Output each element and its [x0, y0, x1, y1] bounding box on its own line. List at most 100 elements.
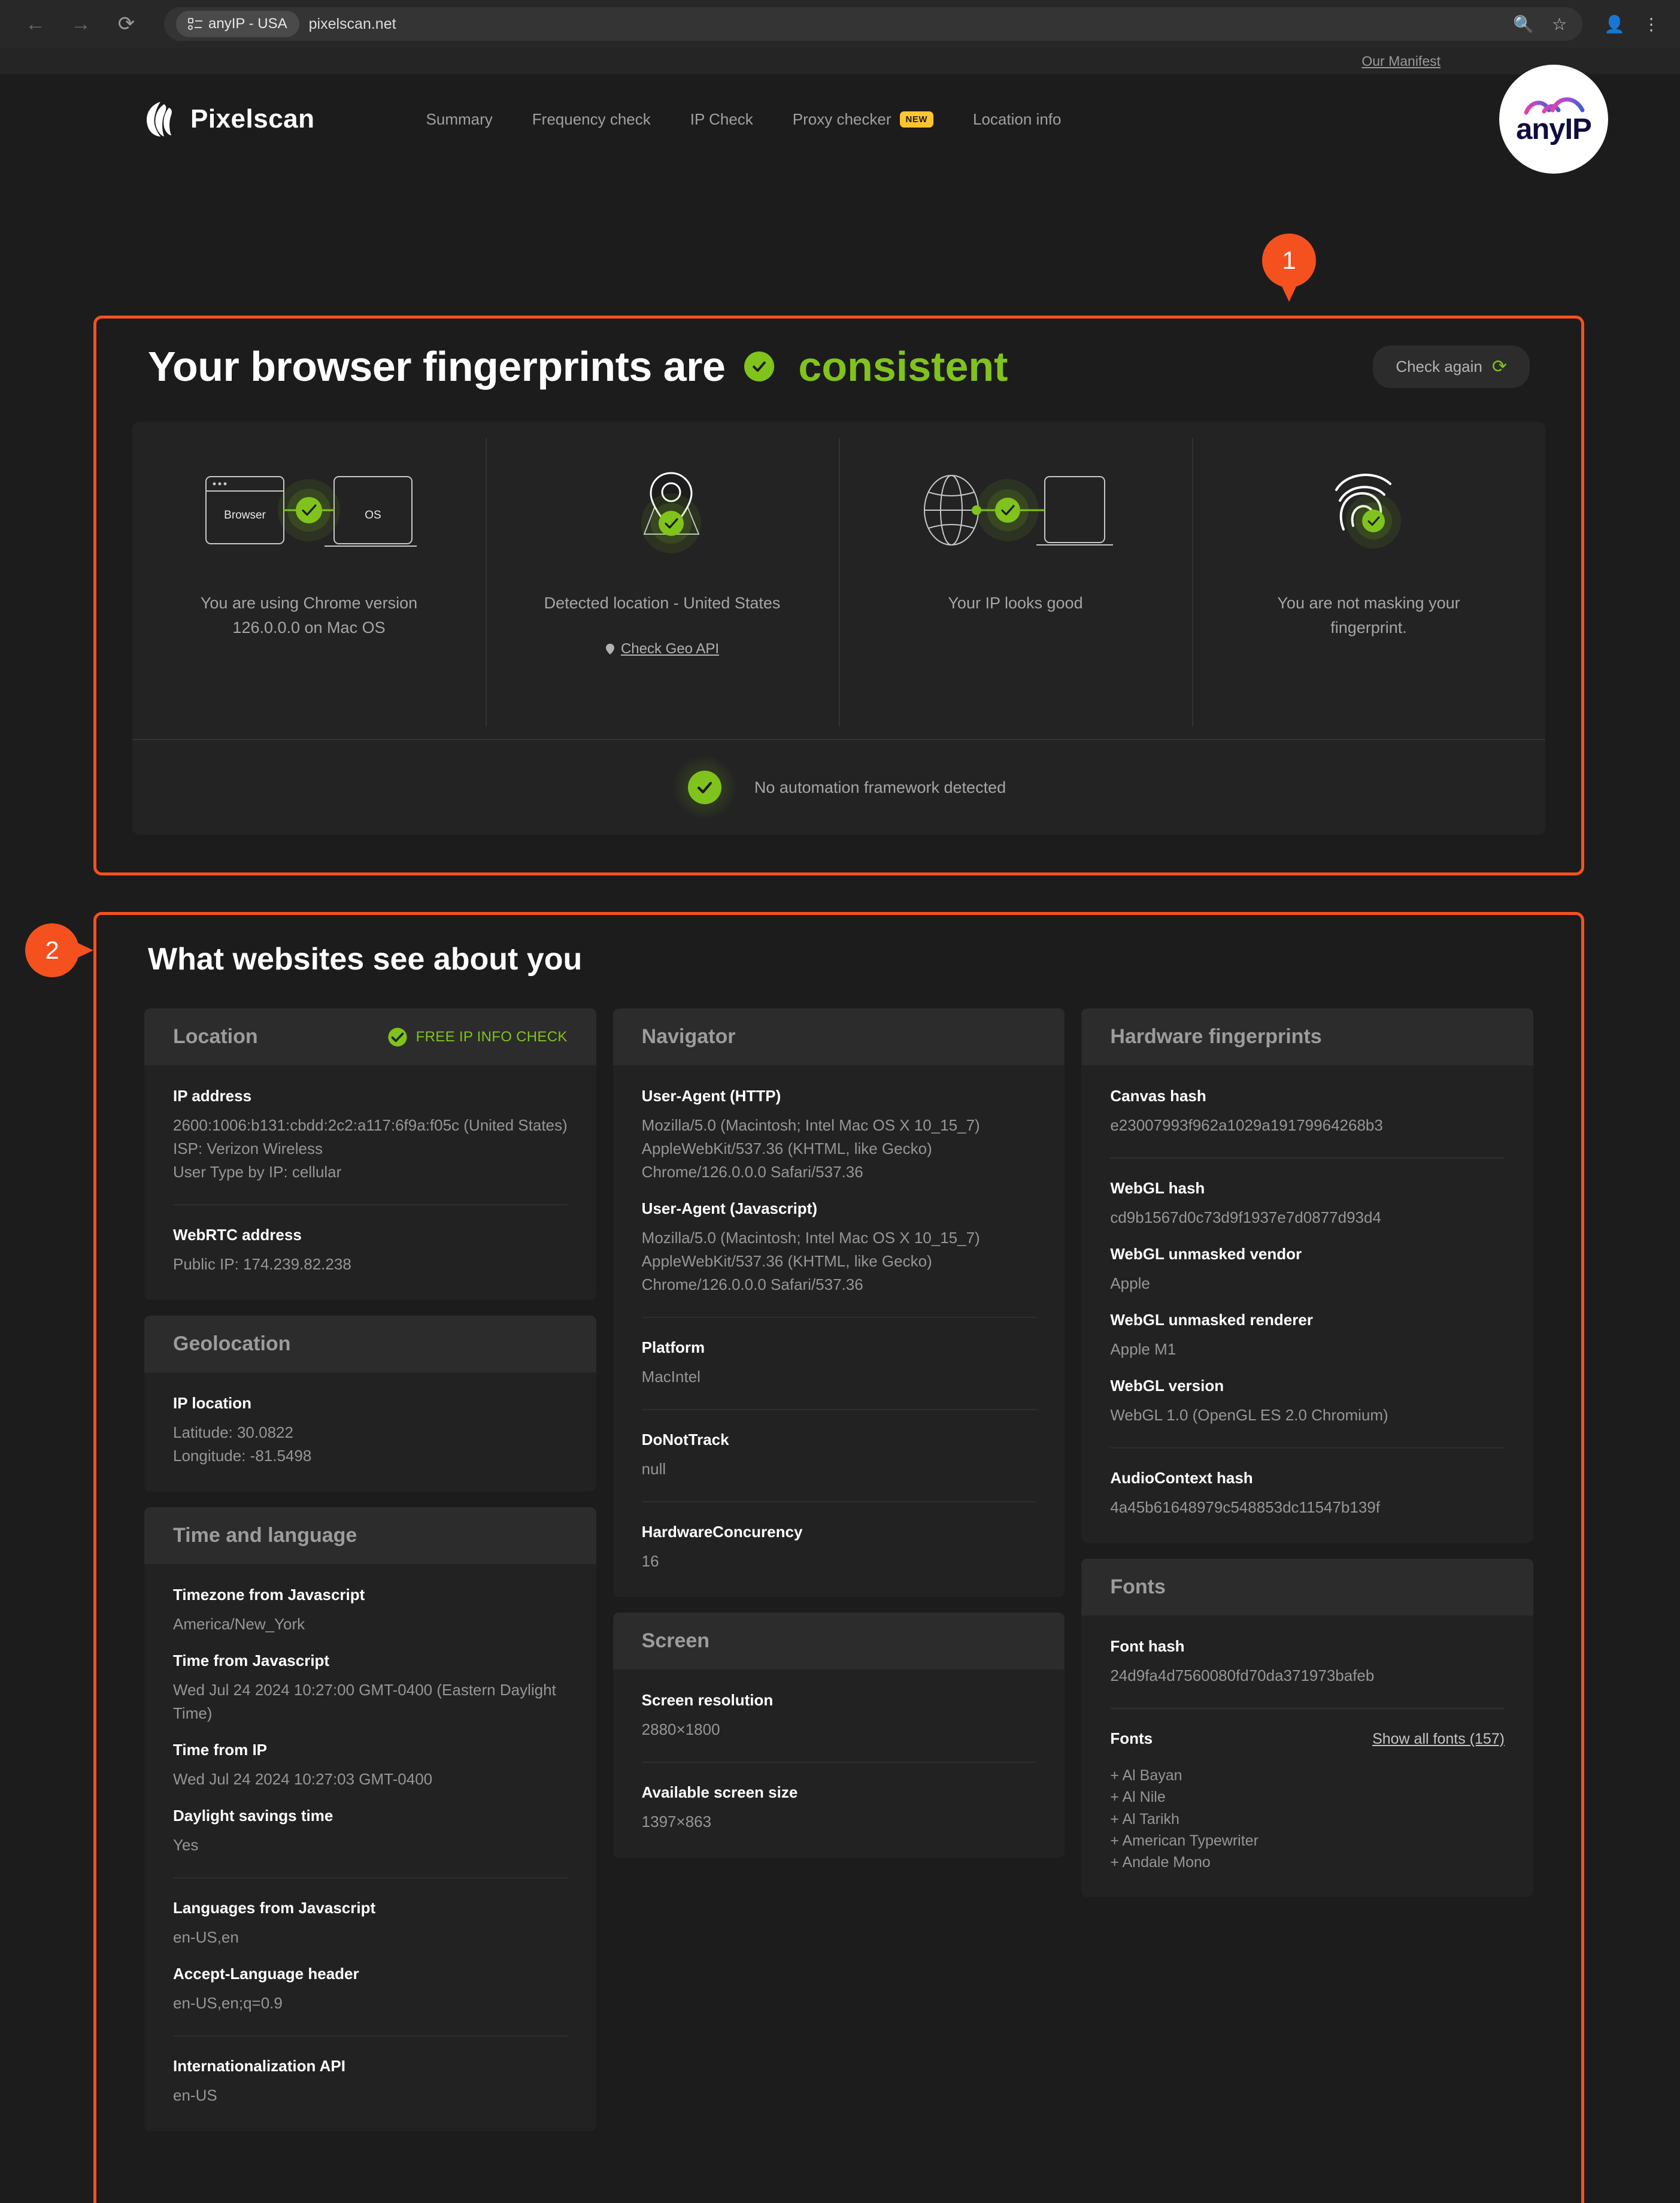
annotation-pin-2: 2	[25, 923, 79, 977]
divider	[173, 1204, 568, 1205]
nav-item-summary[interactable]: Summary	[426, 110, 493, 129]
card-title: Location	[173, 1025, 258, 1048]
field-time-ip: Time from IP Wed Jul 24 2024 10:27:03 GM…	[173, 1741, 568, 1791]
forward-button[interactable]: →	[66, 9, 96, 39]
card-header: Hardware fingerprints	[1081, 1008, 1534, 1065]
hero-caption: Detected location - United States	[544, 594, 781, 612]
field-fonts-list: Fonts Show all fonts (157) + Al Bayan + …	[1110, 1729, 1505, 1873]
chrome-menu-icon[interactable]: ⋮	[1643, 14, 1660, 34]
section-title: What websites see about you	[148, 942, 583, 977]
field-label: Time from Javascript	[173, 1652, 330, 1669]
field-value: 16	[641, 1552, 659, 1570]
hero-status-text: consistent	[798, 343, 1008, 390]
check-circle-icon	[388, 1027, 407, 1047]
nav-item-ip-check[interactable]: IP Check	[690, 110, 753, 129]
card-body: Timezone from Javascript America/New_Yor…	[144, 1564, 596, 2131]
divider	[641, 1317, 1036, 1318]
field-label: Font hash	[1110, 1637, 1185, 1655]
nav-item-location-info[interactable]: Location info	[973, 110, 1061, 129]
card-location: Location FREE IP INFO CHECK IP address 2…	[144, 1008, 596, 1300]
field-font-hash: Font hash 24d9fa4d7560080fd70da371973baf…	[1110, 1637, 1505, 1687]
field-webgl-hash: WebGL hash cd9b1567d0c73d9f1937e7d0877d9…	[1110, 1179, 1505, 1229]
field-webrtc-address: WebRTC address Public IP: 174.239.82.238	[173, 1226, 568, 1276]
field-value: 24d9fa4d7560080fd70da371973bafeb	[1110, 1666, 1375, 1684]
field-value: Mozilla/5.0 (Macintosh; Intel Mac OS X 1…	[641, 1229, 980, 1293]
pixelscan-logo-icon	[144, 101, 177, 138]
detail-column-2: Navigator User-Agent (HTTP) Mozilla/5.0 …	[612, 1008, 1065, 1857]
divider	[173, 2035, 568, 2037]
field-user-agent-js: User-Agent (Javascript) Mozilla/5.0 (Mac…	[642, 1199, 1036, 1296]
field-value: MacIntel	[641, 1368, 700, 1386]
check-geo-api-link[interactable]: Check Geo API	[605, 641, 719, 657]
field-label: Timezone from Javascript	[173, 1586, 365, 1604]
card-header: Geolocation	[144, 1316, 596, 1372]
field-label: WebRTC address	[173, 1226, 302, 1244]
field-donottrack: DoNotTrack null	[642, 1431, 1036, 1481]
location-pin-icon	[587, 457, 737, 568]
field-label: WebGL unmasked vendor	[1110, 1245, 1302, 1263]
status-check-icon	[744, 351, 775, 381]
field-hardware-concurrency: HardwareConcurency 16	[642, 1523, 1036, 1573]
field-timezone-js: Timezone from Javascript America/New_Yor…	[173, 1586, 568, 1636]
field-label: DoNotTrack	[641, 1431, 729, 1449]
nav-label: IP Check	[690, 110, 753, 128]
field-value: en-US,en;q=0.9	[173, 1994, 283, 2012]
font-item: + Al Nile	[1110, 1789, 1166, 1806]
divider	[641, 1762, 1036, 1763]
check-again-label: Check again	[1396, 357, 1482, 375]
address-bar[interactable]: anyIP - USA pixelscan.net 🔍 ☆	[164, 7, 1583, 41]
back-button[interactable]: ←	[20, 9, 50, 39]
field-value: Wed Jul 24 2024 10:27:00 GMT-0400 (Easte…	[173, 1681, 556, 1722]
field-label: User-Agent (HTTP)	[641, 1087, 781, 1105]
field-webgl-vendor: WebGL unmasked vendor Apple	[1110, 1245, 1505, 1295]
field-label: HardwareConcurency	[641, 1523, 803, 1541]
hero-column-location: Detected location - United States Check …	[486, 422, 839, 739]
field-label: WebGL hash	[1110, 1179, 1205, 1197]
hero-title-row: Your browser fingerprints are consistent…	[132, 343, 1545, 390]
profile-avatar-icon[interactable]: 👤	[1604, 14, 1625, 34]
field-audiocontext-hash: AudioContext hash 4a45b61648979c548853dc…	[1110, 1469, 1505, 1519]
font-list: + Al Bayan + Al Nile + Al Tarikh + Ameri…	[1110, 1765, 1505, 1873]
field-value: America/New_York	[173, 1615, 305, 1633]
our-manifest-link[interactable]: Our Manifest	[1361, 53, 1441, 69]
check-again-button[interactable]: Check again ⟳	[1373, 345, 1530, 388]
hero-title: Your browser fingerprints are	[148, 343, 726, 390]
nav-label: Location info	[973, 110, 1062, 128]
hero-column-browser-os: Browser OS You are using Chrome version …	[132, 422, 486, 739]
field-user-agent-http: User-Agent (HTTP) Mozilla/5.0 (Macintosh…	[642, 1087, 1036, 1184]
divider	[641, 1409, 1036, 1410]
free-check-label: FREE IP INFO CHECK	[416, 1028, 568, 1045]
field-screen-resolution: Screen resolution 2880×1800	[642, 1691, 1036, 1741]
reload-button[interactable]: ⟳	[111, 9, 141, 39]
brand[interactable]: Pixelscan	[144, 101, 315, 138]
fingerprint-summary-panel: Your browser fingerprints are consistent…	[96, 319, 1581, 872]
field-available-screen-size: Available screen size 1397×863	[642, 1783, 1036, 1834]
browser-chrome: ← → ⟳ anyIP - USA pixelscan.net 🔍 ☆ 👤 ⋮	[0, 0, 1680, 48]
field-value: Apple	[1110, 1274, 1150, 1292]
nav-item-proxy-checker[interactable]: Proxy checker NEW	[792, 110, 934, 129]
divider	[641, 1501, 1036, 1502]
card-title: Hardware fingerprints	[1110, 1025, 1322, 1048]
bookmark-star-icon[interactable]: ☆	[1552, 14, 1567, 34]
show-all-fonts-link[interactable]: Show all fonts (157)	[1372, 1731, 1505, 1748]
anyip-logo[interactable]: anyIP	[1499, 65, 1608, 174]
nav-item-frequency-check[interactable]: Frequency check	[532, 110, 651, 129]
what-websites-see-section: What websites see about you Location FRE…	[96, 915, 1581, 2131]
card-navigator: Navigator User-Agent (HTTP) Mozilla/5.0 …	[612, 1008, 1065, 1597]
font-item: + Al Bayan	[1110, 1767, 1182, 1784]
field-label: Screen resolution	[641, 1691, 774, 1709]
field-value: 4a45b61648979c548853dc11547b139f	[1110, 1498, 1380, 1516]
field-time-js: Time from Javascript Wed Jul 24 2024 10:…	[173, 1652, 568, 1725]
field-value: 2880×1800	[641, 1720, 720, 1738]
profile-chip[interactable]: anyIP - USA	[176, 11, 299, 37]
field-label: Internationalization API	[173, 2057, 345, 2075]
nav-label: Proxy checker	[792, 110, 891, 128]
card-screen: Screen Screen resolution 2880×1800 Avail…	[612, 1613, 1065, 1857]
hero-column-fingerprint: You are not masking your fingerprint.	[1192, 422, 1545, 739]
nav-label: Frequency check	[532, 110, 651, 128]
search-icon[interactable]: 🔍	[1513, 14, 1534, 34]
card-body: Font hash 24d9fa4d7560080fd70da371973baf…	[1081, 1616, 1533, 1897]
font-item: + American Typewriter	[1110, 1832, 1259, 1849]
card-header: Navigator	[612, 1008, 1065, 1065]
free-ip-info-check-badge[interactable]: FREE IP INFO CHECK	[387, 1027, 568, 1047]
